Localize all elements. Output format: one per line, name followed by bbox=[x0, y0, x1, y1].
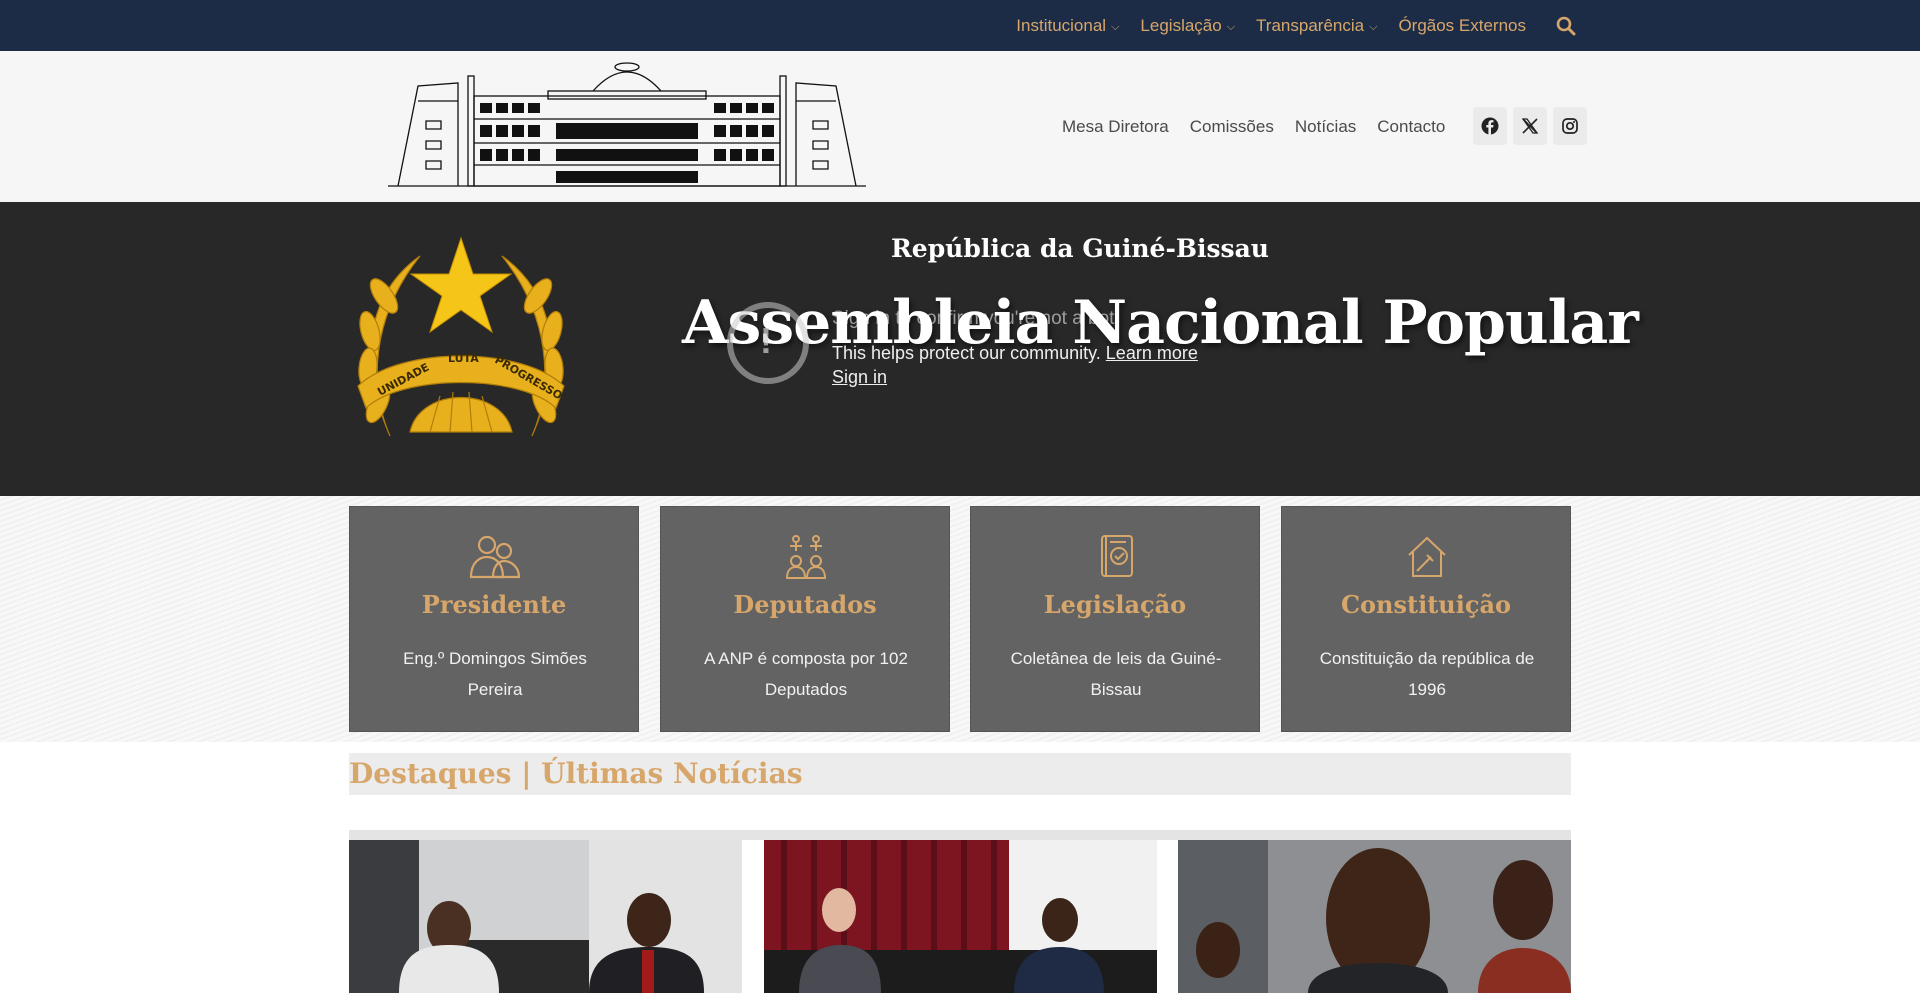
card-description: Constituição da república de 1996 bbox=[1319, 649, 1535, 699]
card-title: Legislação bbox=[1043, 590, 1187, 619]
card-presidente[interactable]: Presidente Eng.º Domingos Simões Pereira bbox=[349, 506, 639, 732]
top-nav-orgaos-externos[interactable]: Órgãos Externos bbox=[1398, 16, 1526, 36]
deputies-icon bbox=[785, 535, 827, 579]
card-deputados[interactable]: Deputados A ANP é composta por 102 Deput… bbox=[660, 506, 950, 732]
captcha-message-text: This helps protect our community. bbox=[832, 343, 1101, 363]
instagram-icon[interactable] bbox=[1553, 107, 1587, 145]
x-icon[interactable] bbox=[1513, 107, 1547, 145]
card-constituicao[interactable]: Constituição Constituição da república d… bbox=[1281, 506, 1571, 732]
main-nav: Mesa Diretora Comissões Notícias Contact… bbox=[1062, 51, 1466, 202]
card-description: Coletânea de leis da Guiné-Bissau bbox=[1010, 649, 1222, 699]
card-description: Eng.º Domingos Simões Pereira bbox=[403, 649, 587, 699]
top-navigation-bar: Institucional ⌵ Legislação ⌵ Transparênc… bbox=[0, 0, 1920, 51]
card-title: Deputados bbox=[733, 590, 877, 619]
search-icon[interactable] bbox=[1556, 16, 1576, 36]
nav-contacto[interactable]: Contacto bbox=[1377, 117, 1445, 137]
chevron-down-icon: ⌵ bbox=[1369, 20, 1378, 33]
chevron-down-icon: ⌵ bbox=[1111, 20, 1120, 33]
nav-mesa-diretora[interactable]: Mesa Diretora bbox=[1062, 117, 1169, 137]
sign-in-link[interactable]: Sign in bbox=[832, 367, 887, 388]
card-title: Constituição bbox=[1340, 590, 1512, 619]
news-photo-3[interactable] bbox=[1178, 840, 1571, 993]
top-nav-label: Transparência bbox=[1256, 15, 1365, 35]
top-nav: Institucional ⌵ Legislação ⌵ Transparênc… bbox=[995, 0, 1576, 51]
captcha-heading: Sign in to confirm you're not a bot bbox=[832, 308, 1115, 329]
card-title: Presidente bbox=[421, 590, 567, 619]
top-nav-label: Institucional bbox=[1016, 15, 1107, 35]
nav-comissoes[interactable]: Comissões bbox=[1190, 117, 1274, 137]
social-links bbox=[1473, 107, 1593, 145]
house-gavel-icon bbox=[1408, 536, 1446, 577]
news-section-header: Destaques | Últimas Notícias bbox=[349, 753, 1571, 795]
top-nav-label: Órgãos Externos bbox=[1398, 15, 1526, 35]
national-emblem-icon: UNIDADE LUTA PROGRESSO bbox=[357, 236, 565, 437]
news-photo-1[interactable] bbox=[349, 840, 742, 993]
learn-more-link[interactable]: Learn more bbox=[1106, 343, 1198, 363]
site-header: Mesa Diretora Comissões Notícias Contact… bbox=[0, 51, 1920, 202]
captcha-message: This helps protect our community. Learn … bbox=[832, 343, 1198, 364]
facebook-icon[interactable] bbox=[1473, 107, 1507, 145]
top-nav-transparencia[interactable]: Transparência ⌵ bbox=[1256, 16, 1377, 36]
hero-banner: UNIDADE LUTA PROGRESSO República da Guin… bbox=[0, 202, 1920, 496]
top-nav-label: Legislação bbox=[1140, 15, 1222, 35]
hero-subtitle: República da Guiné-Bissau bbox=[891, 234, 1269, 263]
card-legislacao[interactable]: Legislação Coletânea de leis da Guiné-Bi… bbox=[970, 506, 1260, 732]
card-description: A ANP é composta por 102 Deputados bbox=[704, 649, 908, 699]
exclamation-icon: ! bbox=[760, 320, 772, 361]
news-photo-2[interactable] bbox=[764, 840, 1157, 993]
news-divider bbox=[349, 830, 1571, 840]
people-icon bbox=[469, 535, 521, 579]
emblem-banner-text: LUTA bbox=[448, 352, 479, 365]
top-nav-institucional[interactable]: Institucional ⌵ bbox=[1016, 16, 1119, 36]
quick-links-band: Presidente Eng.º Domingos Simões Pereira… bbox=[0, 496, 1920, 742]
parliament-building-logo[interactable] bbox=[388, 61, 866, 189]
nav-noticias[interactable]: Notícias bbox=[1295, 117, 1356, 137]
chevron-down-icon: ⌵ bbox=[1226, 20, 1236, 33]
news-heading: Destaques | Últimas Notícias bbox=[349, 757, 803, 790]
top-nav-legislacao[interactable]: Legislação ⌵ bbox=[1140, 16, 1235, 36]
law-book-icon bbox=[1101, 535, 1133, 577]
